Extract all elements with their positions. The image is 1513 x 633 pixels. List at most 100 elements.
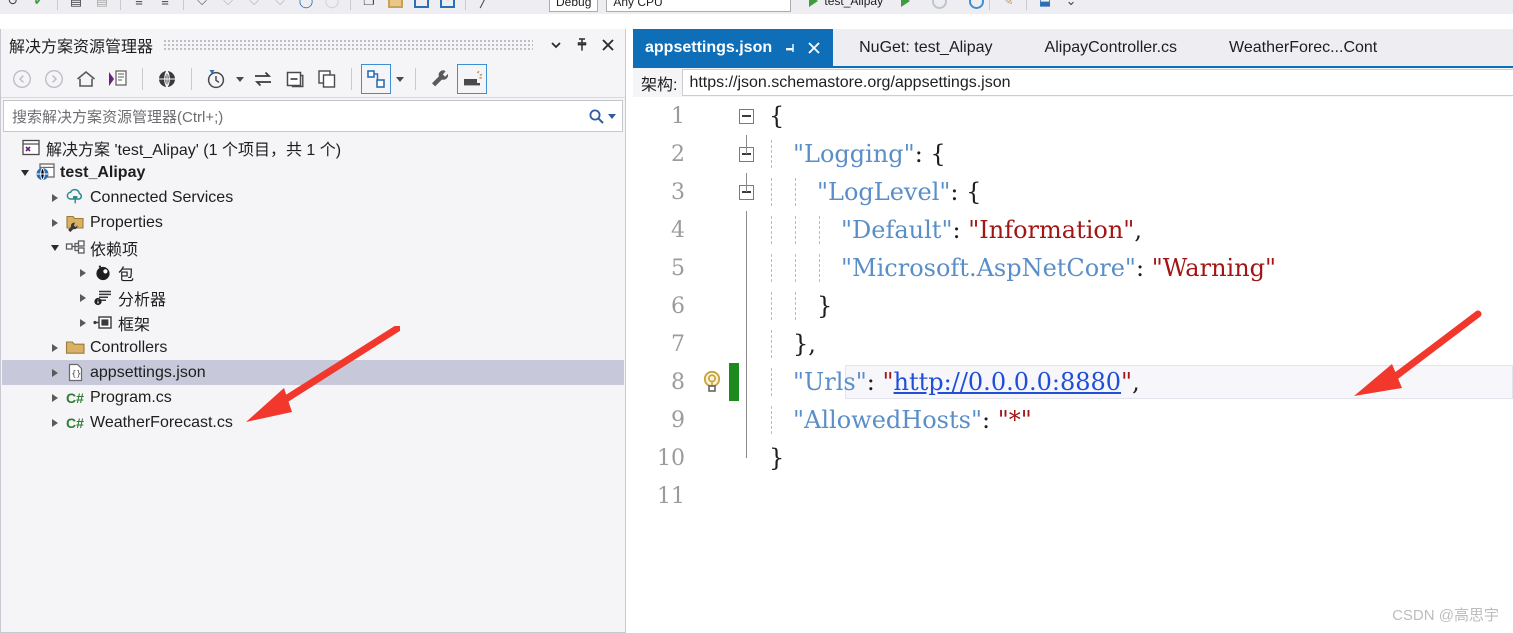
glyph-margin[interactable] bbox=[695, 249, 729, 287]
sync-icon[interactable]: ◯ bbox=[293, 0, 319, 13]
glyph-margin[interactable] bbox=[695, 135, 729, 173]
pin-icon[interactable] bbox=[784, 41, 797, 55]
tab-nuget-test-alipay[interactable]: NuGet: test_Alipay bbox=[833, 29, 1019, 66]
search-icon[interactable] bbox=[588, 108, 616, 125]
tree-item-solution[interactable]: 解决方案 'test_Alipay' (1 个项目，共 1 个) bbox=[2, 135, 624, 160]
source-control-icon[interactable]: ⬓ bbox=[1032, 0, 1058, 13]
outline-margin[interactable] bbox=[739, 173, 769, 211]
expander-expanded-icon[interactable] bbox=[46, 235, 64, 260]
bookmark-icon[interactable]: ⌵ bbox=[189, 0, 215, 13]
expander-collapsed-icon[interactable] bbox=[46, 360, 64, 385]
expander-collapsed-icon[interactable] bbox=[46, 335, 64, 360]
glyph-margin[interactable] bbox=[695, 477, 729, 515]
outline-margin[interactable] bbox=[739, 249, 769, 287]
outline-margin[interactable] bbox=[739, 401, 769, 439]
configuration-combo[interactable]: Debug bbox=[549, 0, 599, 12]
sync-with-active-document-icon[interactable] bbox=[248, 64, 278, 94]
pointer-icon[interactable]: ╱ bbox=[471, 0, 497, 13]
tree-item-connected-services[interactable]: Connected Services bbox=[2, 185, 624, 210]
tree-item-controllers[interactable]: Controllers bbox=[2, 335, 624, 360]
expander-expanded-icon[interactable] bbox=[16, 160, 34, 185]
preview-selected-items-icon[interactable] bbox=[457, 64, 487, 94]
outline-margin[interactable] bbox=[739, 211, 769, 249]
close-icon[interactable] bbox=[595, 32, 621, 58]
tree-item-project[interactable]: test_Alipay bbox=[2, 160, 624, 185]
new-window-icon[interactable]: ❐ bbox=[356, 0, 382, 13]
history-icon[interactable] bbox=[201, 64, 231, 94]
open-folder-icon[interactable] bbox=[382, 0, 408, 13]
start-debug-icon[interactable] bbox=[809, 0, 819, 7]
expander-collapsed-icon[interactable] bbox=[46, 185, 64, 210]
tree-item-appsettings-json[interactable]: {} appsettings.json bbox=[2, 360, 624, 385]
code-line[interactable]: 3 "LogLevel": { bbox=[633, 173, 1513, 211]
show-all-files-icon[interactable] bbox=[312, 64, 342, 94]
tree-item-dependencies[interactable]: 依赖项 bbox=[2, 235, 624, 260]
outline-margin[interactable] bbox=[739, 363, 769, 401]
close-icon[interactable] bbox=[807, 41, 821, 55]
tree-item-properties[interactable]: Properties bbox=[2, 210, 624, 235]
lightbulb-icon[interactable] bbox=[695, 363, 729, 401]
outline-margin[interactable] bbox=[739, 439, 769, 477]
code-line[interactable]: 5 "Microsoft.AspNetCore": "Warning" bbox=[633, 249, 1513, 287]
platform-combo[interactable]: Any CPU bbox=[606, 0, 792, 12]
bookmark-clear-icon[interactable]: ⌵ bbox=[267, 0, 293, 13]
properties-window-icon[interactable] bbox=[361, 64, 391, 94]
pending-changes-icon[interactable] bbox=[103, 64, 133, 94]
code-line[interactable]: 1 { bbox=[633, 97, 1513, 135]
tab-weatherforecast-controller[interactable]: WeatherForec...Cont bbox=[1203, 29, 1404, 66]
outline-margin[interactable] bbox=[739, 135, 769, 173]
code-line[interactable]: 10 } bbox=[633, 439, 1513, 477]
run-target-label[interactable]: test_Alipay bbox=[818, 0, 889, 8]
search-options-icon[interactable] bbox=[608, 113, 616, 119]
code-line[interactable]: 4 "Default": "Information", bbox=[633, 211, 1513, 249]
indent-icon[interactable]: ≡ bbox=[152, 0, 178, 13]
tree-item-weatherforecast-cs[interactable]: C# WeatherForecast.cs bbox=[2, 410, 624, 435]
edit-icon[interactable]: ✎ bbox=[995, 0, 1021, 13]
start-without-debug-icon[interactable] bbox=[901, 0, 911, 7]
window-split-icon[interactable] bbox=[434, 0, 460, 13]
url-link[interactable]: http://0.0.0.0:8880 bbox=[894, 368, 1122, 396]
home-icon[interactable] bbox=[71, 64, 101, 94]
expander-collapsed-icon[interactable] bbox=[46, 210, 64, 235]
tab-alipaycontroller-cs[interactable]: AlipayController.cs bbox=[1018, 29, 1204, 66]
expander-collapsed-icon[interactable] bbox=[74, 260, 92, 285]
refresh-icon[interactable]: ◯ bbox=[319, 0, 345, 13]
tab-appsettings-json[interactable]: appsettings.json bbox=[633, 29, 834, 66]
code-editor[interactable]: 1 { 2 "Logging": { 3 "LogLevel": {4 "De… bbox=[633, 97, 1513, 633]
code-line[interactable]: 7 }, bbox=[633, 325, 1513, 363]
save-all-icon[interactable]: ▤ bbox=[89, 0, 115, 13]
code-line[interactable]: 2 "Logging": { bbox=[633, 135, 1513, 173]
tree-item-packages[interactable]: 包 bbox=[2, 260, 624, 285]
back-icon[interactable] bbox=[7, 64, 37, 94]
schema-input[interactable]: https://json.schemastore.org/appsettings… bbox=[682, 69, 1513, 96]
expander-collapsed-icon[interactable] bbox=[74, 285, 92, 310]
properties-dropdown-icon[interactable] bbox=[393, 64, 406, 94]
glyph-margin[interactable] bbox=[695, 173, 729, 211]
outline-margin[interactable] bbox=[739, 97, 769, 135]
glyph-margin[interactable] bbox=[695, 97, 729, 135]
live-share-icon[interactable] bbox=[969, 0, 985, 9]
glyph-margin[interactable] bbox=[695, 439, 729, 477]
outline-margin[interactable] bbox=[739, 287, 769, 325]
redo-icon[interactable]: ✔ bbox=[26, 0, 52, 13]
expander-collapsed-icon[interactable] bbox=[46, 410, 64, 435]
code-line-current[interactable]: 8 "Urls": "http://0.0.0.0:8880", bbox=[633, 363, 1513, 401]
outline-margin[interactable] bbox=[739, 325, 769, 363]
bookmark-prev-icon[interactable]: ⌵ bbox=[215, 0, 241, 13]
undo-icon[interactable]: ↺ bbox=[0, 0, 26, 13]
fold-collapse-icon[interactable] bbox=[739, 108, 754, 124]
forward-icon[interactable] bbox=[39, 64, 69, 94]
collapse-all-icon[interactable] bbox=[280, 64, 310, 94]
pin-icon[interactable] bbox=[569, 32, 595, 58]
code-line[interactable]: 9 "AllowedHosts": "*" bbox=[633, 401, 1513, 439]
expander-collapsed-icon[interactable] bbox=[46, 385, 64, 410]
glyph-margin[interactable] bbox=[695, 401, 729, 439]
code-line[interactable]: 11 bbox=[633, 477, 1513, 515]
window-icon[interactable] bbox=[408, 0, 434, 13]
outdent-icon[interactable]: ≡ bbox=[126, 0, 152, 13]
outline-margin[interactable] bbox=[739, 477, 769, 515]
toolbar-overflow-icon[interactable]: ⌄ bbox=[1058, 0, 1084, 13]
tree-item-frameworks[interactable]: 框架 bbox=[2, 310, 624, 335]
tree-item-program-cs[interactable]: C# Program.cs bbox=[2, 385, 624, 410]
history-dropdown-icon[interactable] bbox=[233, 64, 246, 94]
